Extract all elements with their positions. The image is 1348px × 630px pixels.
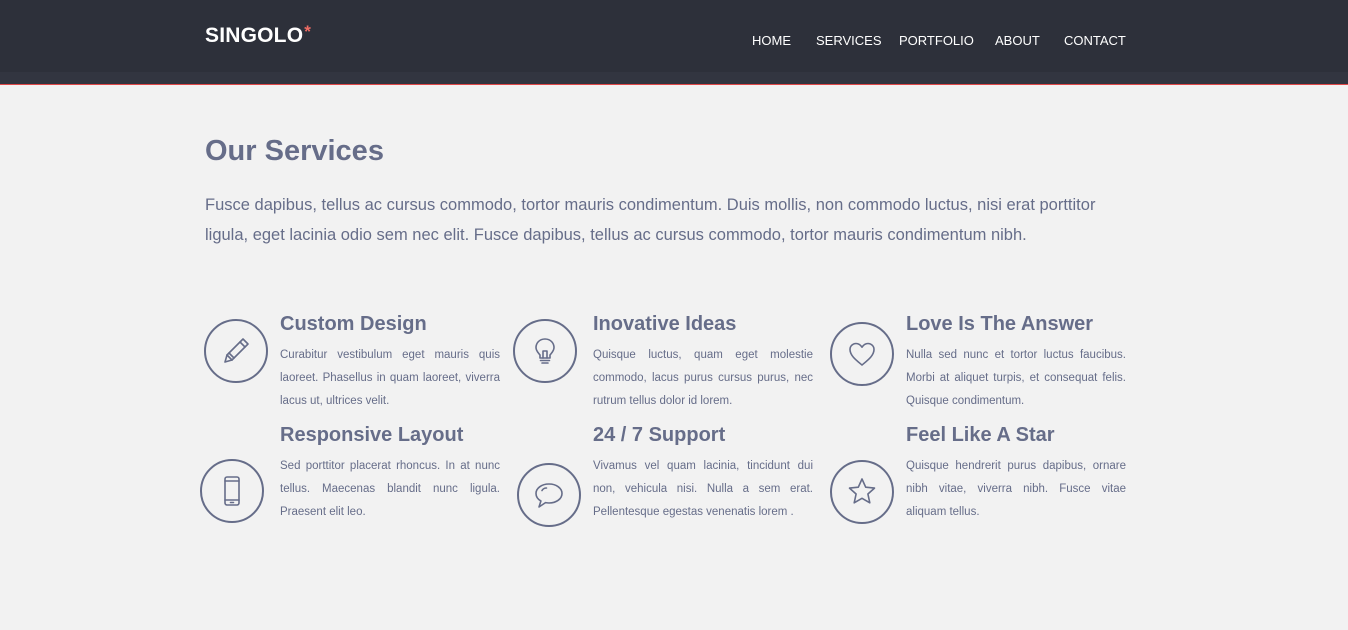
service-title: Inovative Ideas (593, 313, 737, 335)
chat-bubble-icon (517, 463, 581, 527)
nav-home[interactable]: HOME (752, 33, 791, 48)
logo-text[interactable]: SINGOLO (205, 24, 303, 47)
service-text: Vivamus vel quam lacinia, tincidunt dui … (593, 460, 813, 518)
service-title: Love Is The Answer (906, 313, 1094, 335)
logo-asterisk: * (304, 22, 312, 41)
lightbulb-icon (513, 319, 577, 383)
phone-icon (200, 459, 264, 523)
header-shade (0, 72, 1348, 84)
service-text: Quisque hendrerit purus dapibus, ornare … (906, 460, 1126, 518)
nav-about[interactable]: ABOUT (995, 33, 1040, 48)
nav-portfolio[interactable]: PORTFOLIO (899, 33, 974, 48)
service-text: Quisque luctus, quam eget molestie commo… (593, 349, 813, 407)
services-intro: Fusce dapibus, tellus ac cursus commodo,… (205, 196, 1096, 244)
nav-contact[interactable]: CONTACT (1064, 33, 1126, 48)
service-title: Custom Design (280, 313, 427, 335)
heart-icon (830, 322, 894, 386)
service-text: Sed porttitor placerat rhoncus. In at nu… (280, 460, 500, 518)
service-title: Responsive Layout (280, 424, 464, 446)
site-header: SINGOLO* HOME SERVICES PORTFOLIO ABOUT C… (0, 0, 1348, 85)
site-logo[interactable]: SINGOLO* (205, 22, 312, 48)
pencil-icon (204, 319, 268, 383)
star-icon (830, 460, 894, 524)
page-title: Our Services (205, 135, 384, 167)
nav-services[interactable]: SERVICES (816, 33, 882, 48)
service-title: 24 / 7 Support (593, 424, 726, 446)
service-text: Curabitur vestibulum eget mauris quis la… (280, 349, 500, 407)
service-title: Feel Like A Star (906, 424, 1055, 446)
service-text: Nulla sed nunc et tortor luctus faucibus… (906, 349, 1126, 407)
